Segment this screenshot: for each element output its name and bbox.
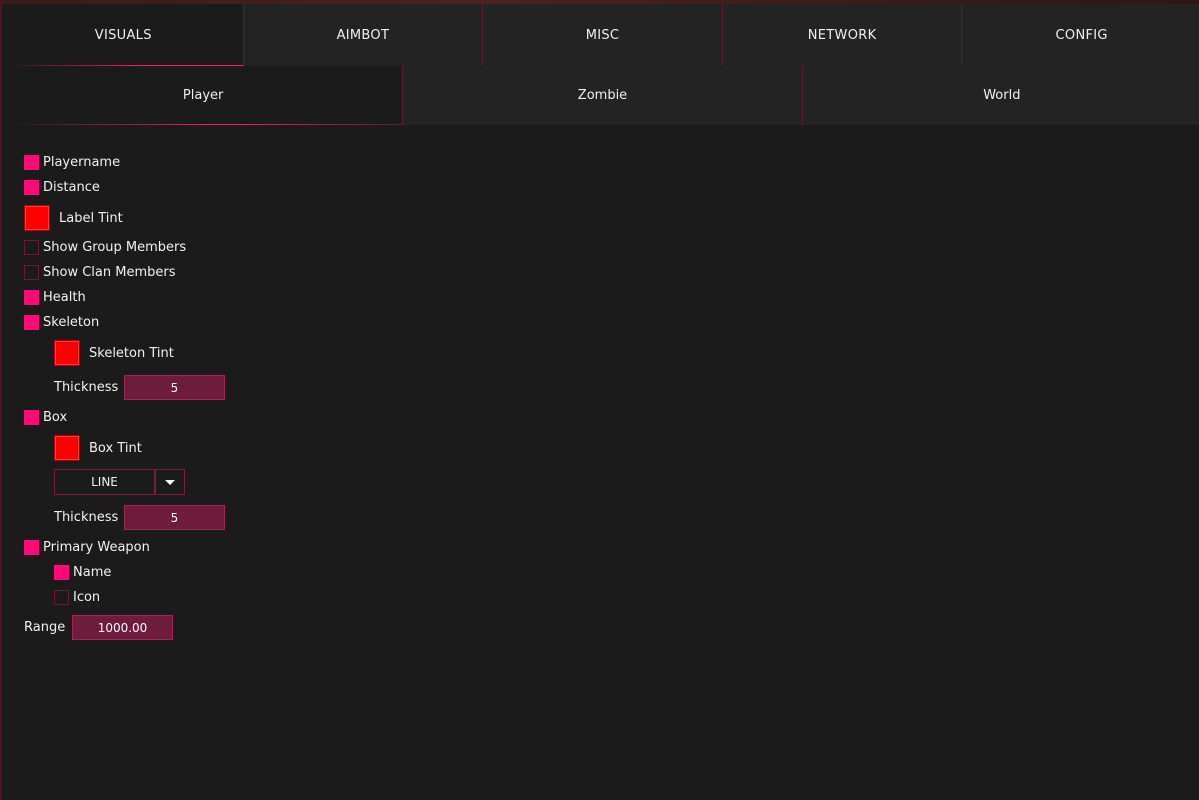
box-tint-row: Box Tint: [54, 435, 142, 461]
skeleton-thickness-input[interactable]: 5: [124, 375, 225, 400]
subtab-world[interactable]: World: [802, 66, 1199, 125]
distance-checkbox[interactable]: [24, 180, 39, 195]
primary-weapon-label: Primary Weapon: [43, 540, 150, 555]
weapon-name-label: Name: [73, 565, 112, 580]
sub-tab-bar: Player Zombie World: [4, 66, 1199, 125]
skeleton-tint-row: Skeleton Tint: [54, 340, 174, 366]
tab-misc[interactable]: MISC: [483, 4, 723, 66]
range-row: Range 1000.00: [24, 615, 173, 640]
skeleton-tint-label: Skeleton Tint: [89, 345, 174, 361]
primary-weapon-checkbox[interactable]: [24, 540, 39, 555]
weapon-icon-option[interactable]: Icon: [54, 590, 100, 605]
box-label: Box: [43, 410, 68, 425]
skeleton-tint-color-swatch[interactable]: [54, 340, 80, 366]
health-option[interactable]: Health: [24, 290, 86, 305]
range-input[interactable]: 1000.00: [72, 615, 173, 640]
box-thickness-label: Thickness: [54, 510, 119, 525]
skeleton-thickness-label: Thickness: [54, 380, 119, 395]
box-style-dropdown[interactable]: LINE: [54, 469, 185, 495]
skeleton-thickness-row: Thickness 5: [54, 375, 225, 400]
primary-weapon-option[interactable]: Primary Weapon: [24, 540, 150, 555]
subtab-player[interactable]: Player: [4, 66, 404, 125]
playername-checkbox[interactable]: [24, 155, 39, 170]
weapon-icon-label: Icon: [73, 590, 101, 605]
health-label: Health: [43, 290, 86, 305]
box-thickness-input[interactable]: 5: [124, 505, 225, 530]
show-group-members-label: Show Group Members: [43, 240, 187, 255]
box-thickness-row: Thickness 5: [54, 505, 225, 530]
show-clan-members-option[interactable]: Show Clan Members: [24, 265, 175, 280]
playername-option[interactable]: Playername: [24, 155, 120, 170]
chevron-down-icon[interactable]: [155, 469, 185, 495]
box-checkbox[interactable]: [24, 410, 39, 425]
label-tint-color-swatch[interactable]: [24, 205, 50, 231]
tab-network[interactable]: NETWORK: [722, 4, 963, 66]
tab-aimbot[interactable]: AIMBOT: [243, 4, 484, 66]
skeleton-checkbox[interactable]: [24, 315, 39, 330]
main-tab-bar: VISUALS AIMBOT MISC NETWORK CONFIG: [4, 4, 1199, 66]
box-style-value[interactable]: LINE: [54, 469, 155, 495]
skeleton-label: Skeleton: [43, 315, 100, 330]
show-group-members-checkbox[interactable]: [24, 240, 39, 255]
health-checkbox[interactable]: [24, 290, 39, 305]
skeleton-option[interactable]: Skeleton: [24, 315, 99, 330]
weapon-name-checkbox[interactable]: [54, 565, 69, 580]
weapon-name-option[interactable]: Name: [54, 565, 111, 580]
label-tint-label: Label Tint: [59, 210, 123, 226]
show-group-members-option[interactable]: Show Group Members: [24, 240, 186, 255]
box-tint-label: Box Tint: [89, 440, 142, 456]
range-label: Range: [24, 620, 66, 635]
tab-visuals[interactable]: VISUALS: [4, 4, 244, 66]
box-tint-color-swatch[interactable]: [54, 435, 80, 461]
label-tint-row: Label Tint: [24, 205, 123, 231]
playername-label: Playername: [43, 155, 121, 170]
subtab-zombie[interactable]: Zombie: [403, 66, 803, 125]
show-clan-members-checkbox[interactable]: [24, 265, 39, 280]
distance-label: Distance: [43, 180, 100, 195]
tab-config[interactable]: CONFIG: [962, 4, 1199, 66]
show-clan-members-label: Show Clan Members: [43, 265, 176, 280]
box-option[interactable]: Box: [24, 410, 67, 425]
cheat-menu-window: VISUALS AIMBOT MISC NETWORK CONFIG Playe…: [0, 0, 1199, 800]
distance-option[interactable]: Distance: [24, 180, 100, 195]
weapon-icon-checkbox[interactable]: [54, 590, 69, 605]
